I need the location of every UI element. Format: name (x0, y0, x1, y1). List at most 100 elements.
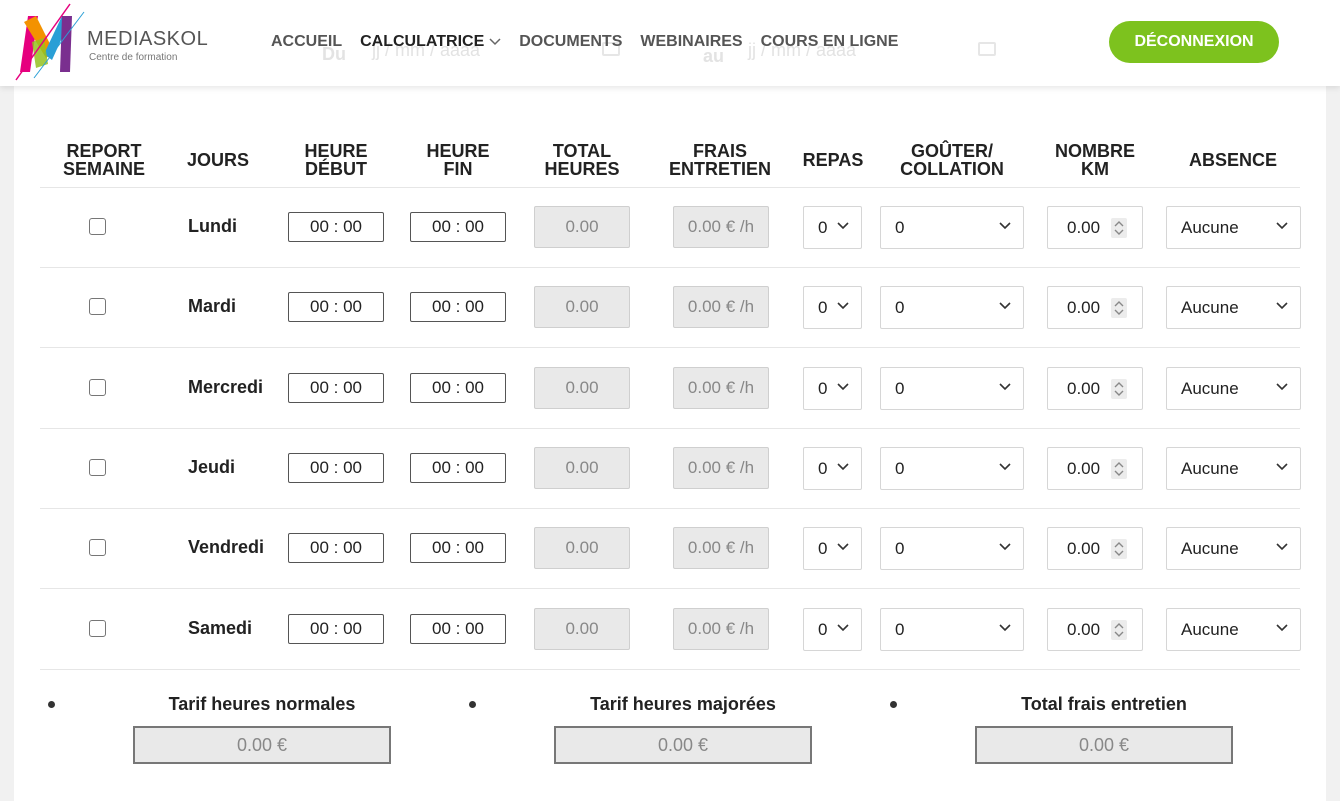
day-label-lundi: Lundi (188, 216, 237, 236)
km-value: 0.00 (1067, 619, 1101, 639)
km-input-mercredi[interactable]: 0.00 (1047, 367, 1143, 410)
km-value: 0.00 (1067, 378, 1101, 398)
nav-documents[interactable]: DOCUMENTS (519, 33, 622, 51)
heure-fin-input-vendredi[interactable]: 00 : 00 (410, 533, 506, 563)
km-input-vendredi[interactable]: 0.00 (1047, 527, 1143, 570)
bullet-dot (890, 701, 897, 708)
chevron-down-icon (999, 624, 1011, 632)
km-spinner[interactable] (1111, 218, 1127, 238)
row-divider (40, 267, 1300, 268)
chevron-down-icon (489, 38, 501, 46)
nav-calculatrice[interactable]: CALCULATRICE (360, 33, 501, 51)
nav-documents-label: DOCUMENTS (519, 33, 623, 50)
row-divider (40, 187, 1300, 188)
col-total-heures: TOTAL HEURES (544, 141, 620, 179)
km-spinner[interactable] (1111, 620, 1127, 640)
chevron-down-icon (1276, 543, 1288, 551)
report-semaine-checkbox-jeudi[interactable] (89, 459, 106, 476)
report-semaine-checkbox-mercredi[interactable] (89, 379, 106, 396)
absence-value: Aucune (1181, 217, 1239, 237)
absence-value: Aucune (1181, 378, 1239, 398)
repas-select-mardi[interactable]: 0 (803, 286, 862, 329)
absence-select-vendredi[interactable]: Aucune (1166, 527, 1301, 570)
gouter-select-vendredi[interactable]: 0 (880, 527, 1024, 570)
absence-select-mercredi[interactable]: Aucune (1166, 367, 1301, 410)
gouter-select-samedi[interactable]: 0 (880, 608, 1024, 651)
calendar-to-icon[interactable] (978, 42, 996, 56)
chevron-down-icon (1276, 302, 1288, 310)
repas-select-mercredi[interactable]: 0 (803, 367, 862, 410)
absence-select-jeudi[interactable]: Aucune (1166, 447, 1301, 490)
total-heures-output-vendredi: 0.00 (534, 527, 630, 569)
repas-select-lundi[interactable]: 0 (803, 206, 862, 249)
repas-select-jeudi[interactable]: 0 (803, 447, 862, 490)
nav-accueil[interactable]: ACCUEIL (271, 33, 342, 51)
gouter-select-lundi[interactable]: 0 (880, 206, 1024, 249)
heure-debut-input-mercredi[interactable]: 00 : 00 (288, 373, 384, 403)
gouter-select-mardi[interactable]: 0 (880, 286, 1024, 329)
km-input-samedi[interactable]: 0.00 (1047, 608, 1143, 651)
chevron-down-icon (1276, 463, 1288, 471)
absence-value: Aucune (1181, 619, 1239, 639)
nav-webinaires[interactable]: WEBINAIRES (640, 33, 742, 51)
chevron-down-icon (999, 383, 1011, 391)
frais-entretien-output-mardi: 0.00 € /h (673, 286, 769, 328)
report-semaine-checkbox-samedi[interactable] (89, 620, 106, 637)
repas-select-vendredi[interactable]: 0 (803, 527, 862, 570)
heure-debut-input-samedi[interactable]: 00 : 00 (288, 614, 384, 644)
bullet-dot (48, 701, 55, 708)
col-gouter-collation: GOÛTER/ COLLATION (900, 141, 1004, 179)
km-spinner[interactable] (1111, 379, 1127, 399)
repas-value: 0 (818, 297, 828, 317)
main-nav: ACCUEIL CALCULATRICE DOCUMENTS WEBINAIRE… (271, 33, 898, 51)
heure-debut-input-lundi[interactable]: 00 : 00 (288, 212, 384, 242)
km-input-mardi[interactable]: 0.00 (1047, 286, 1143, 329)
report-semaine-checkbox-mardi[interactable] (89, 298, 106, 315)
chevron-down-icon (1276, 383, 1288, 391)
km-spinner[interactable] (1111, 539, 1127, 559)
top-header: MEDIASKOL Centre de formation Du jj / mm… (0, 0, 1340, 86)
chevron-down-icon (999, 543, 1011, 551)
nav-webinaires-label: WEBINAIRES (640, 33, 743, 50)
total-heures-output-mardi: 0.00 (534, 286, 630, 328)
total-heures-output-lundi: 0.00 (534, 206, 630, 248)
km-input-jeudi[interactable]: 0.00 (1047, 447, 1143, 490)
gouter-select-mercredi[interactable]: 0 (880, 367, 1024, 410)
heure-debut-input-vendredi[interactable]: 00 : 00 (288, 533, 384, 563)
heure-fin-input-mercredi[interactable]: 00 : 00 (410, 373, 506, 403)
heure-debut-input-jeudi[interactable]: 00 : 00 (288, 453, 384, 483)
km-spinner[interactable] (1111, 298, 1127, 318)
report-semaine-checkbox-vendredi[interactable] (89, 539, 106, 556)
heure-fin-input-jeudi[interactable]: 00 : 00 (410, 453, 506, 483)
spinner-arrows-icon (1114, 301, 1124, 315)
absence-value: Aucune (1181, 297, 1239, 317)
day-label-samedi: Samedi (188, 618, 253, 638)
tarif-majorees-output: 0.00 € (554, 726, 812, 764)
absence-value: Aucune (1181, 458, 1239, 478)
heure-fin-input-samedi[interactable]: 00 : 00 (410, 614, 506, 644)
brand-tagline: Centre de formation (89, 52, 178, 63)
report-semaine-checkbox-lundi[interactable] (89, 218, 106, 235)
repas-value: 0 (818, 217, 828, 237)
row-divider (40, 347, 1300, 348)
tarif-majorees-label: Tarif heures majorées (590, 694, 776, 714)
heure-debut-input-mardi[interactable]: 00 : 00 (288, 292, 384, 322)
mediaskol-logo[interactable]: MEDIASKOL Centre de formation (14, 2, 208, 82)
chevron-down-icon (837, 302, 849, 310)
nav-cours-en-ligne[interactable]: COURS EN LIGNE (761, 33, 899, 51)
gouter-value: 0 (895, 217, 905, 237)
heure-fin-input-mardi[interactable]: 00 : 00 (410, 292, 506, 322)
absence-select-lundi[interactable]: Aucune (1166, 206, 1301, 249)
km-spinner[interactable] (1111, 459, 1127, 479)
absence-select-samedi[interactable]: Aucune (1166, 608, 1301, 651)
km-input-lundi[interactable]: 0.00 (1047, 206, 1143, 249)
gouter-value: 0 (895, 378, 905, 398)
absence-select-mardi[interactable]: Aucune (1166, 286, 1301, 329)
day-label-vendredi: Vendredi (188, 537, 265, 557)
heure-fin-input-lundi[interactable]: 00 : 00 (410, 212, 506, 242)
gouter-select-jeudi[interactable]: 0 (880, 447, 1024, 490)
brand-name: MEDIASKOL (87, 28, 209, 50)
logout-button[interactable]: DÉCONNEXION (1109, 21, 1279, 63)
row-divider (40, 588, 1300, 589)
repas-select-samedi[interactable]: 0 (803, 608, 862, 651)
